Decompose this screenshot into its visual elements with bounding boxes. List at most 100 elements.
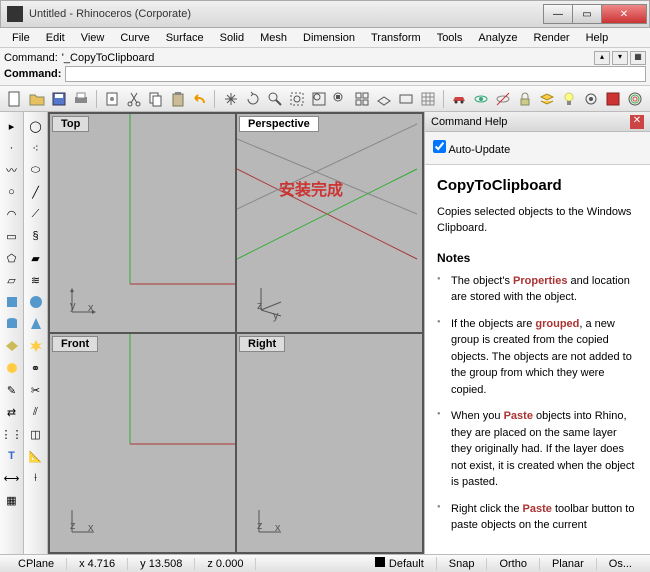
cone-icon[interactable] [26,314,46,334]
close-button[interactable]: ✕ [601,4,647,24]
edit-icon[interactable]: ✎ [2,380,22,400]
pointer-icon[interactable]: ▸ [2,116,22,136]
open-icon[interactable] [28,89,47,109]
zoom-window-icon[interactable] [309,89,328,109]
viewport-right[interactable]: Right zx [237,334,422,552]
array-icon[interactable]: ⋮⋮ [2,424,22,444]
left-toolbar-1: ▸ · 〰 ○ ◠ ▭ ⬠ ▱ ✎ ⇄ ⋮⋮ T ⟷ ▦ [0,112,24,554]
line-icon[interactable]: ╱ [26,182,46,202]
surface2-icon[interactable]: ▰ [26,248,46,268]
viewport-top-label[interactable]: Top [52,116,89,132]
paste-icon[interactable] [169,89,188,109]
viewport-perspective[interactable]: Perspective 安装完成 zy [237,114,422,332]
print-icon[interactable] [72,89,91,109]
status-planar[interactable]: Planar [540,558,597,570]
properties-icon[interactable] [603,89,622,109]
options-icon[interactable] [581,89,600,109]
cmd-up-button[interactable]: ▴ [594,51,610,65]
zoom-selected-icon[interactable] [331,89,350,109]
auto-update-checkbox[interactable]: Auto-Update [433,144,510,156]
render-icon[interactable] [625,89,644,109]
solid-icon[interactable] [2,292,22,312]
viewport-front[interactable]: Front zx [50,334,235,552]
measure-icon[interactable]: ⟊ [26,468,46,488]
circle-icon[interactable]: ○ [2,182,22,202]
cut-icon[interactable] [125,89,144,109]
set-cplane-icon[interactable] [375,89,394,109]
rotate-view-icon[interactable] [243,89,262,109]
status-ortho[interactable]: Ortho [487,558,540,570]
viewport-top[interactable]: Top yx [50,114,235,332]
layers-icon[interactable] [537,89,556,109]
sphere-icon[interactable] [26,292,46,312]
pan-icon[interactable] [221,89,240,109]
status-snap[interactable]: Snap [437,558,488,570]
document-properties-icon[interactable] [103,89,122,109]
cylinder-icon[interactable] [2,314,22,334]
curve-icon[interactable]: 〰 [2,160,22,180]
group-icon[interactable]: ◫ [26,424,46,444]
menu-analyze[interactable]: Analyze [470,30,525,46]
command-input[interactable] [65,66,646,82]
viewport-front-label[interactable]: Front [52,336,98,352]
status-layer[interactable]: Default [363,557,437,570]
menu-curve[interactable]: Curve [112,30,157,46]
zoom-extents-icon[interactable] [287,89,306,109]
visibility-icon[interactable] [472,89,491,109]
lock-icon[interactable] [515,89,534,109]
save-icon[interactable] [50,89,69,109]
zoom-icon[interactable] [265,89,284,109]
help-close-icon[interactable]: ✕ [630,115,644,129]
text-icon[interactable]: T [2,446,22,466]
block-icon[interactable]: ▦ [2,490,22,510]
new-icon[interactable] [6,89,25,109]
menu-edit[interactable]: Edit [38,30,73,46]
dimension-icon[interactable]: ⟷ [2,468,22,488]
viewport-right-label[interactable]: Right [239,336,285,352]
hide-icon[interactable] [494,89,513,109]
rectangle-icon[interactable]: ▭ [2,226,22,246]
status-cplane[interactable]: CPlane [6,558,67,570]
menu-render[interactable]: Render [526,30,578,46]
undo-icon[interactable] [190,89,209,109]
gear-icon[interactable] [2,358,22,378]
join-icon[interactable]: ⚭ [26,358,46,378]
menu-surface[interactable]: Surface [158,30,212,46]
named-views-icon[interactable] [397,89,416,109]
split-icon[interactable]: ⫽ [26,402,46,422]
four-views-icon[interactable] [353,89,372,109]
explode-icon[interactable] [26,336,46,356]
ellipse-icon[interactable]: ⬭ [26,160,46,180]
polygon-icon[interactable]: ⬠ [2,248,22,268]
viewport-perspective-label[interactable]: Perspective [239,116,319,132]
maximize-button[interactable]: ▭ [572,4,602,24]
menu-solid[interactable]: Solid [212,30,252,46]
analyze-icon[interactable]: 📐 [26,446,46,466]
toggle-grid-icon[interactable] [419,89,438,109]
point-icon[interactable]: · [2,138,22,158]
menu-dimension[interactable]: Dimension [295,30,363,46]
menu-tools[interactable]: Tools [429,30,471,46]
mesh-icon[interactable] [2,336,22,356]
surface-icon[interactable]: ▱ [2,270,22,290]
helix-icon[interactable]: § [26,226,46,246]
lightbulb-icon[interactable] [559,89,578,109]
menu-transform[interactable]: Transform [363,30,429,46]
transform-icon[interactable]: ⇄ [2,402,22,422]
trim-icon[interactable]: ✂ [26,380,46,400]
arc-icon[interactable]: ◠ [2,204,22,224]
status-osnap[interactable]: Os... [597,558,644,570]
copy-icon[interactable] [147,89,166,109]
points-icon[interactable]: ⁖ [26,138,46,158]
car-icon[interactable] [450,89,469,109]
loft-icon[interactable]: ≋ [26,270,46,290]
cmd-history-button[interactable]: ▦ [630,51,646,65]
cmd-down-button[interactable]: ▾ [612,51,628,65]
minimize-button[interactable]: — [543,4,573,24]
lasso-icon[interactable]: ◯ [26,116,46,136]
menu-view[interactable]: View [73,30,113,46]
menu-help[interactable]: Help [578,30,617,46]
polyline-icon[interactable]: ⟋ [26,204,46,224]
menu-file[interactable]: File [4,30,38,46]
menu-mesh[interactable]: Mesh [252,30,295,46]
